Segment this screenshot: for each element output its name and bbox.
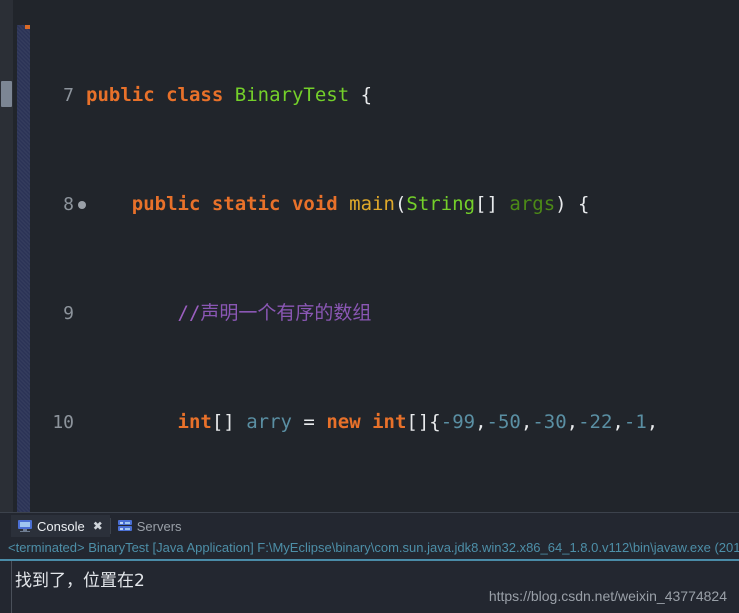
tab-console[interactable]: Console ✖ xyxy=(11,515,110,537)
watermark-url: https://blog.csdn.net/weixin_43774824 xyxy=(488,588,727,604)
code-line[interactable]: 10 int[] arry = new int[]{-99,-50,-30,-2… xyxy=(30,409,739,436)
fold-marker-icon[interactable] xyxy=(78,201,86,210)
line-number: 10 xyxy=(52,412,74,434)
line-source: int[] arry = new int[]{-99,-50,-30,-22,-… xyxy=(177,411,659,434)
eclipse-ide-window: 7 public class BinaryTest { 8 public sta… xyxy=(0,0,739,613)
line-source: public static void main(String[] args) { xyxy=(131,193,590,216)
console-panel: Console ✖ Servers <terminated> BinaryTes… xyxy=(0,512,739,613)
console-left-rule xyxy=(11,561,12,613)
close-icon[interactable]: ✖ xyxy=(93,519,103,533)
code-editor[interactable]: 7 public class BinaryTest { 8 public sta… xyxy=(0,0,739,512)
server-icon xyxy=(117,520,132,532)
line-source: public class BinaryTest { xyxy=(86,83,373,106)
tab-servers-label: Servers xyxy=(136,518,182,534)
console-output-area[interactable]: 找到了，位置在2 https://blog.csdn.net/weixin_43… xyxy=(0,561,739,613)
code-line[interactable]: 8 public static void main(String[] args)… xyxy=(30,191,739,218)
monitor-icon xyxy=(18,520,32,532)
line-source: //声明一个有序的数组 xyxy=(86,302,372,325)
panel-tab-bar[interactable]: Console ✖ Servers xyxy=(11,515,189,537)
line-number: 7 xyxy=(63,84,74,106)
line-number: 8 xyxy=(63,194,74,216)
scrollbar-thumb[interactable] xyxy=(1,81,12,107)
tab-servers[interactable]: Servers xyxy=(111,515,189,537)
terminated-process-line: <terminated> BinaryTest [Java Applicatio… xyxy=(8,540,739,555)
tab-console-label: Console xyxy=(37,518,85,534)
annotation-ruler[interactable] xyxy=(17,25,30,512)
panel-divider xyxy=(0,512,739,513)
editor-vertical-scrollbar[interactable] xyxy=(0,0,13,512)
code-line[interactable]: 7 public class BinaryTest { xyxy=(30,82,739,109)
console-output-text: 找到了，位置在2 xyxy=(15,571,145,591)
code-lines[interactable]: 7 public class BinaryTest { 8 public sta… xyxy=(30,0,739,512)
line-number: 9 xyxy=(63,303,74,325)
code-line[interactable]: 9 //声明一个有序的数组 xyxy=(30,300,739,327)
